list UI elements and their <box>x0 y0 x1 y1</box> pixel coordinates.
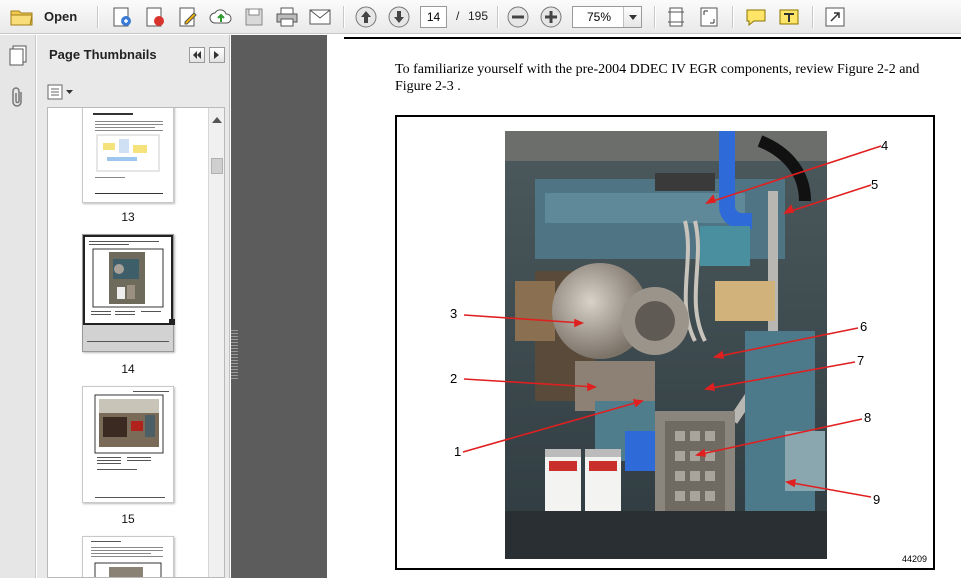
highlight-text-icon[interactable] <box>777 5 801 29</box>
options-menu[interactable] <box>47 83 75 101</box>
attachment-icon[interactable] <box>9 87 27 112</box>
thumbnail-page-13[interactable] <box>82 108 174 203</box>
callout-label: 7 <box>857 353 865 368</box>
open-button[interactable]: Open <box>44 9 77 24</box>
zoom-in-icon[interactable] <box>539 5 563 29</box>
fit-page-icon[interactable] <box>664 5 688 29</box>
scroll-up-icon[interactable] <box>212 112 222 126</box>
previous-page-icon[interactable] <box>354 5 378 29</box>
document-page: To familiarize yourself with the pre-200… <box>327 35 961 578</box>
thumbnail-page-15[interactable] <box>82 386 174 503</box>
thumbnail-list[interactable]: 13 14 15 <box>47 107 225 578</box>
print-icon[interactable] <box>275 5 299 29</box>
callout-label: 4 <box>881 138 889 153</box>
callout-label: 3 <box>450 306 458 321</box>
zoom-out-icon[interactable] <box>506 5 530 29</box>
expand-panel-icon[interactable] <box>209 47 225 63</box>
scrollbar-thumb[interactable] <box>211 158 223 174</box>
navigation-strip <box>0 35 36 578</box>
callout-label: 1 <box>454 444 462 459</box>
panel-resize-handle[interactable] <box>231 330 238 380</box>
figure-frame: 1 2 3 4 5 6 7 8 9 44209 <box>395 115 935 570</box>
expand-icon[interactable] <box>823 5 847 29</box>
page-number-input[interactable]: 14 <box>420 6 447 28</box>
callout-label: 8 <box>864 410 872 425</box>
intro-paragraph: To familiarize yourself with the pre-200… <box>395 62 920 94</box>
thumbnail-label: 13 <box>121 210 135 224</box>
edit-document-icon[interactable] <box>176 5 200 29</box>
callout-label: 9 <box>873 492 881 507</box>
callout-label: 6 <box>860 319 868 334</box>
document-background <box>231 35 327 578</box>
thumbnail-label: 15 <box>121 512 135 526</box>
callout-arrows <box>462 145 882 498</box>
callout-label: 2 <box>450 371 458 386</box>
thumbnails-panel: Page Thumbnails 13 14 15 <box>37 35 230 578</box>
thumbnail-label: 14 <box>121 362 135 376</box>
figure-number: 44209 <box>901 554 927 564</box>
zoom-select[interactable]: 75% <box>572 6 642 28</box>
full-screen-icon[interactable] <box>697 5 721 29</box>
comment-icon[interactable] <box>744 5 768 29</box>
email-icon[interactable] <box>308 5 332 29</box>
toolbar: Open 14 / 195 75% <box>0 0 961 34</box>
callout-label: 5 <box>871 177 879 192</box>
save-icon[interactable] <box>242 5 266 29</box>
panel-title: Page Thumbnails <box>49 47 157 62</box>
page-rule <box>344 37 961 39</box>
zoom-value: 75% <box>587 10 612 24</box>
thumbnail-page-16[interactable] <box>82 536 174 577</box>
thumbnail-page-14[interactable] <box>82 234 175 352</box>
create-pdf-red-icon[interactable] <box>143 5 167 29</box>
pages-icon[interactable] <box>8 45 28 70</box>
thumbnail-scrollbar[interactable] <box>208 108 224 577</box>
page-separator: / <box>456 9 460 23</box>
create-pdf-icon[interactable] <box>110 5 134 29</box>
upload-cloud-icon[interactable] <box>209 5 233 29</box>
total-pages: 195 <box>468 9 489 23</box>
collapse-panel-icon[interactable] <box>189 47 205 63</box>
next-page-icon[interactable] <box>387 5 411 29</box>
open-folder-icon[interactable] <box>10 5 34 29</box>
chevron-down-icon[interactable] <box>623 7 641 27</box>
